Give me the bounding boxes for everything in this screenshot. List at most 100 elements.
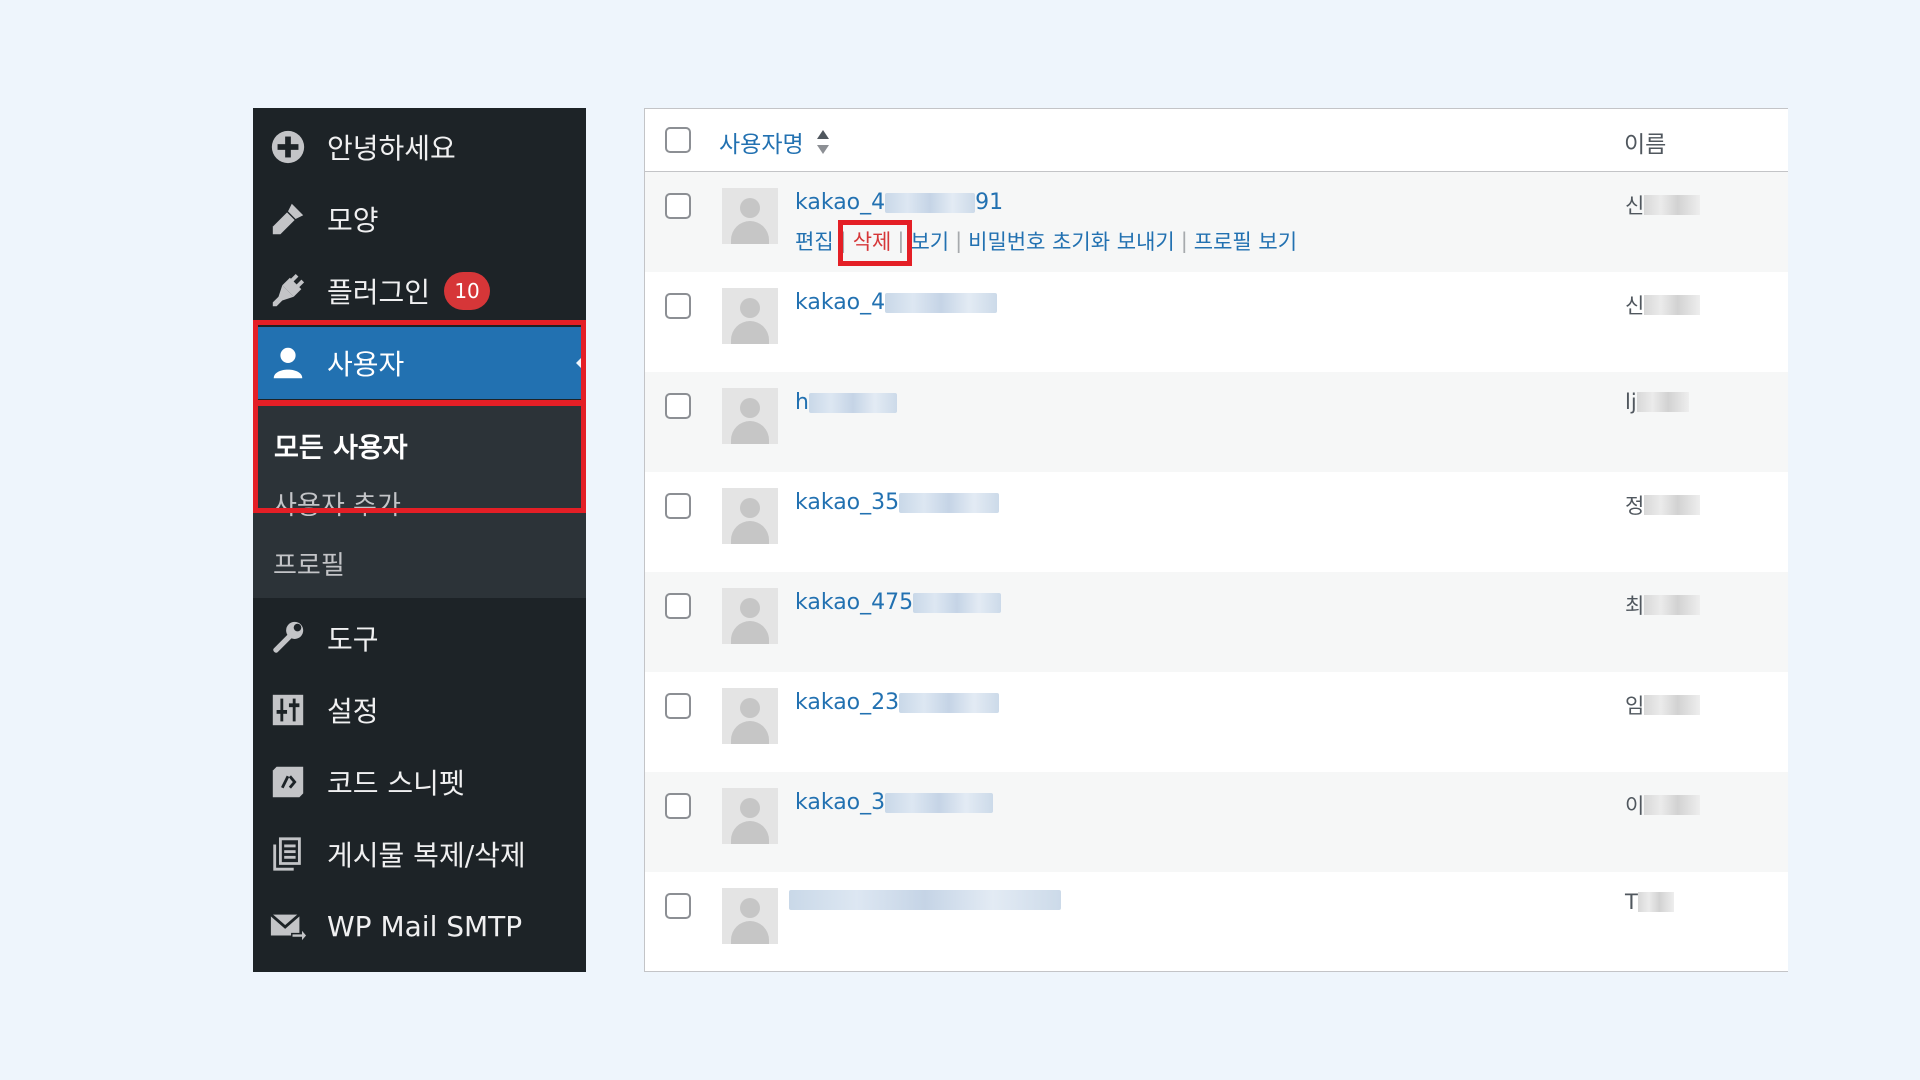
avatar [722, 488, 778, 544]
redacted-username [913, 592, 1002, 613]
redacted-name [1644, 295, 1701, 315]
row-checkbox[interactable] [665, 193, 691, 219]
row-checkbox[interactable] [665, 593, 691, 619]
row-checkbox[interactable] [665, 793, 691, 819]
avatar [722, 788, 778, 844]
username-link[interactable]: h [795, 390, 897, 415]
users-submenu: 모든 사용자 사용자 추가 프로필 [253, 404, 586, 598]
username-link[interactable]: kakao_35 [795, 490, 1000, 515]
user-full-name: 신 [1625, 290, 1701, 320]
menu-item-duplicate-delete[interactable]: 게시물 복제/삭제 [253, 818, 586, 890]
plugin-icon [268, 271, 308, 311]
name-text: 신 [1625, 194, 1645, 218]
avatar [722, 888, 778, 944]
redacted-username [899, 692, 1000, 713]
edit-link[interactable]: 편집 [795, 226, 834, 256]
table-row: kakao_475 최 [645, 572, 1788, 672]
paintbrush-icon [268, 199, 308, 239]
redacted-name [1644, 595, 1701, 615]
row-checkbox[interactable] [665, 293, 691, 319]
column-header-username[interactable]: 사용자명 [719, 125, 830, 159]
menu-item-label: 안녕하세요 [327, 132, 456, 165]
menu-item-dashboard[interactable]: 안녕하세요 [253, 111, 586, 183]
redacted-name [1636, 392, 1689, 412]
view-link[interactable]: 보기 [910, 226, 949, 256]
redacted-name [1644, 495, 1701, 515]
name-text: 임 [1625, 694, 1645, 718]
table-row: kakao_4 신 [645, 272, 1788, 372]
menu-item-tools[interactable]: 도구 [253, 602, 586, 674]
menu-item-label: 사용자 [327, 348, 405, 381]
redacted-name [1644, 695, 1701, 715]
table-row: T [645, 872, 1788, 971]
code-snippet-icon [268, 762, 308, 802]
username-text: kakao_4 [795, 190, 886, 215]
menu-item-label: 설정 [327, 695, 379, 728]
menu-item-appearance[interactable]: 모양 [253, 183, 586, 255]
username-text: h [795, 390, 809, 415]
separator: | [897, 229, 905, 253]
row-actions: 편집 | 삭제 | 보기 | 비밀번호 초기화 보내기 | 프로필 보기 [795, 226, 1297, 256]
avatar [722, 288, 778, 344]
menu-item-label: 도구 [327, 623, 379, 656]
user-full-name: 정 [1625, 490, 1701, 520]
name-text: 신 [1625, 294, 1645, 318]
menu-item-label: 게시물 복제/삭제 [327, 839, 526, 872]
menu-item-settings[interactable]: 설정 [253, 674, 586, 746]
username-text: kakao_35 [795, 490, 900, 515]
row-checkbox[interactable] [665, 493, 691, 519]
separator: | [839, 229, 847, 253]
redacted-name [1644, 795, 1701, 815]
table-row: kakao_23 임 [645, 672, 1788, 772]
username-link[interactable]: kakao_3 [795, 790, 994, 815]
redacted-username [885, 792, 994, 813]
users-icon [268, 343, 308, 383]
view-profile-link[interactable]: 프로필 보기 [1194, 226, 1297, 256]
name-text: 정 [1625, 494, 1645, 518]
menu-item-label: WP Mail SMTP [327, 909, 523, 943]
username-link[interactable]: kakao_475 [795, 590, 1002, 615]
table-header: 사용자명 이름 [645, 109, 1788, 172]
avatar [722, 388, 778, 444]
redacted-username [789, 890, 1061, 910]
column-header-name[interactable]: 이름 [1624, 125, 1666, 159]
settings-sliders-icon [268, 690, 308, 730]
wrench-icon [268, 618, 308, 658]
redacted-username [899, 492, 1000, 513]
user-full-name: lj [1625, 390, 1689, 414]
menu-item-users[interactable]: 사용자 [253, 327, 586, 399]
table-row: kakao_35 정 [645, 472, 1788, 572]
send-password-reset-link[interactable]: 비밀번호 초기화 보내기 [968, 226, 1175, 256]
username-text: kakao_23 [795, 690, 900, 715]
row-checkbox[interactable] [665, 893, 691, 919]
users-table: 사용자명 이름 kakao_4 91 편집 | 삭제 | 보기 | 비밀번호 초… [644, 108, 1788, 972]
separator: | [955, 229, 963, 253]
column-header-label: 사용자명 [719, 132, 804, 158]
admin-sidebar: 안녕하세요 모양 플러그인 10 사용자 모든 사용자 사용자 추가 프로필 도… [253, 108, 586, 972]
menu-item-label: 코드 스니펫 [327, 767, 465, 800]
submenu-profile[interactable]: 프로필 [273, 537, 345, 589]
username-link[interactable] [789, 890, 1061, 910]
avatar [722, 188, 778, 244]
plus-circle-icon [268, 127, 308, 167]
username-text: kakao_4 [795, 290, 886, 315]
redacted-name [1637, 892, 1674, 912]
submenu-all-users[interactable]: 모든 사용자 [274, 419, 408, 471]
row-checkbox[interactable] [665, 693, 691, 719]
username-text: kakao_3 [795, 790, 886, 815]
name-text: 최 [1625, 594, 1645, 618]
select-all-checkbox[interactable] [665, 127, 691, 153]
menu-item-plugins[interactable]: 플러그인 10 [253, 255, 586, 327]
submenu-add-user[interactable]: 사용자 추가 [273, 477, 401, 529]
redacted-username [885, 192, 976, 213]
username-link[interactable]: kakao_4 91 [795, 190, 1003, 215]
row-checkbox[interactable] [665, 393, 691, 419]
user-full-name: 최 [1625, 590, 1701, 620]
username-link[interactable]: kakao_4 [795, 290, 998, 315]
username-link[interactable]: kakao_23 [795, 690, 1000, 715]
name-text: 이 [1625, 794, 1645, 818]
menu-item-code-snippets[interactable]: 코드 스니펫 [253, 746, 586, 818]
menu-item-wp-mail-smtp[interactable]: WP Mail SMTP [253, 890, 586, 962]
user-full-name: 신 [1625, 190, 1701, 220]
delete-link[interactable]: 삭제 [853, 226, 892, 256]
